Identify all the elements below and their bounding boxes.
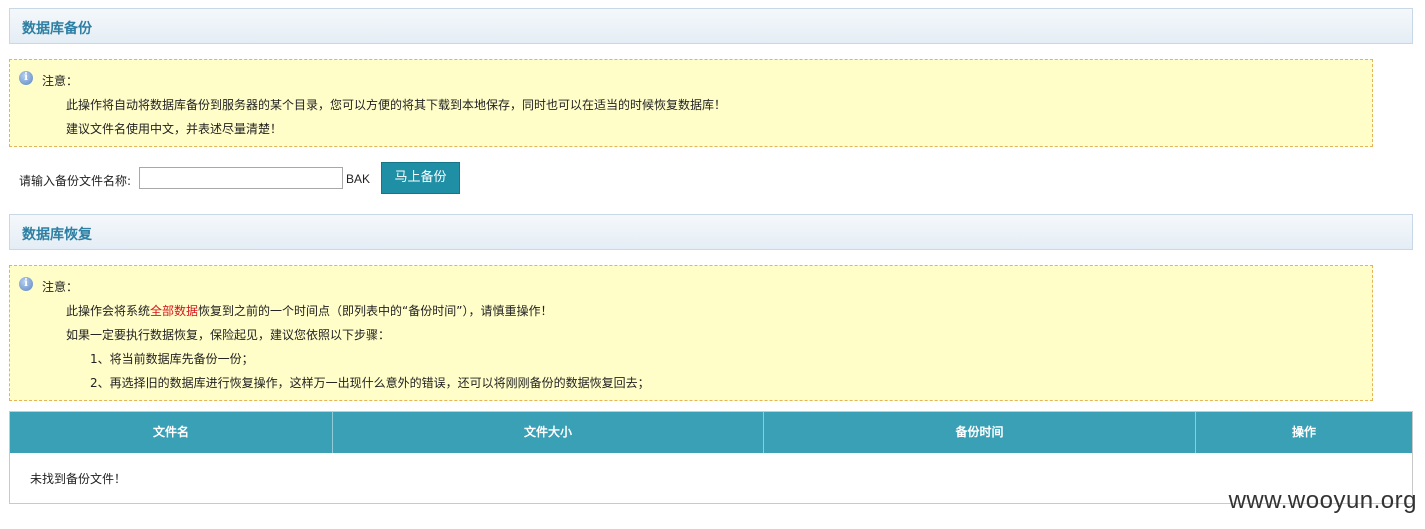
restore-section-title: 数据库恢复 [22,227,92,243]
backup-filename-input[interactable] [139,167,343,189]
backup-filename-label: 请输入备份文件名称: [19,174,132,188]
restore-notice: i 注意： 此操作会将系统全部数据恢复到之前的一个时间点（即列表中的“备份时间”… [9,265,1373,401]
backup-notice: i 注意： 此操作将自动将数据库备份到服务器的某个目录，您可以方便的将其下载到本… [9,59,1373,147]
notice-label: 注意： [42,280,79,294]
backup-section-header: 数据库备份 [9,8,1413,44]
backup-section-title: 数据库备份 [22,21,92,37]
notice-text: 此操作会将系统 [66,304,151,318]
notice-line: 如果一定要执行数据恢复，保险起见，建议您依照以下步骤： [66,328,391,342]
table-header: 文件名 文件大小 备份时间 操作 [10,412,1412,453]
backup-files-table: 文件名 文件大小 备份时间 操作 未找到备份文件！ [9,411,1413,504]
file-extension-label: BAK [346,172,371,186]
watermark: www.wooyun.org [1228,487,1417,514]
info-icon: i [19,71,33,85]
notice-step: 1、将当前数据库先备份一份； [90,352,254,366]
restore-section-header: 数据库恢复 [9,214,1413,250]
column-header-filesize: 文件大小 [333,412,764,453]
empty-table-message: 未找到备份文件！ [30,472,127,486]
notice-line: 此操作将自动将数据库备份到服务器的某个目录，您可以方便的将其下载到本地保存，同时… [66,98,727,112]
column-header-backup-time: 备份时间 [764,412,1196,453]
column-header-filename: 文件名 [10,412,333,453]
notice-line: 此操作会将系统全部数据恢复到之前的一个时间点（即列表中的“备份时间”），请慎重操… [66,302,552,319]
column-header-actions: 操作 [1291,425,1316,439]
info-icon: i [19,277,33,291]
backup-now-button[interactable]: 马上备份 [381,162,460,194]
notice-text: 恢复到之前的一个时间点（即列表中的“备份时间”），请慎重操作！ [198,304,553,318]
notice-line: 建议文件名使用中文，并表述尽量清楚！ [66,122,283,136]
notice-highlight: 全部数据 [150,304,199,318]
notice-step: 2、再选择旧的数据库进行恢复操作，这样万一出现什么意外的错误，还可以将刚刚备份的… [90,376,650,390]
notice-label: 注意： [42,74,79,88]
